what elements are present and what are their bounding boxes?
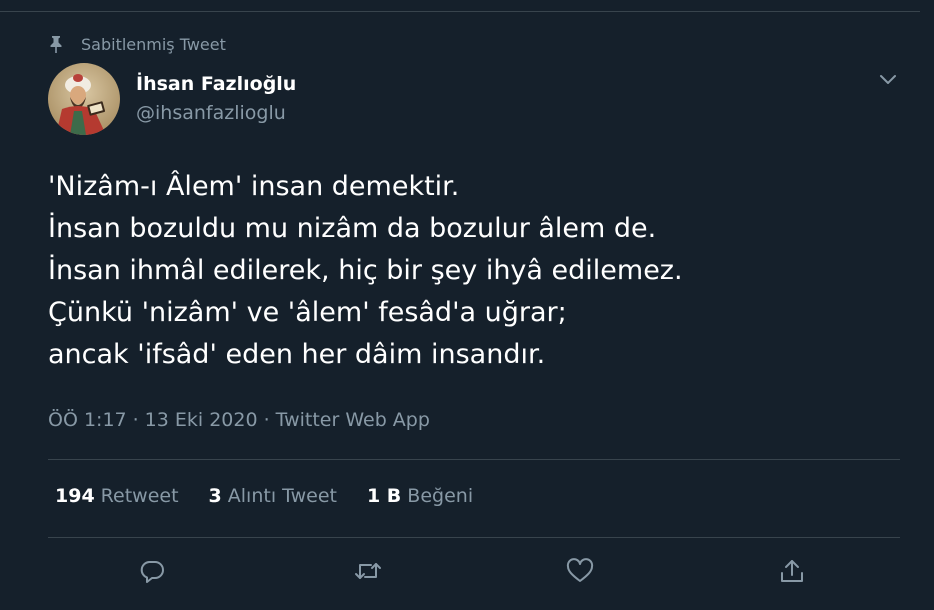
avatar[interactable] [48,63,120,135]
pinned-label: Sabitlenmiş Tweet [81,34,226,54]
like-count-link[interactable]: 1 B Beğeni [367,485,473,507]
tweet-stats: 194 Retweet 3 Alıntı Tweet 1 B Beğeni [55,485,503,507]
divider [48,537,900,538]
more-options-button[interactable] [876,68,900,92]
retweet-count-link[interactable]: 194 Retweet [55,485,179,507]
tweet-line: ancak 'ifsâd' eden her dâim insandır. [48,339,546,370]
tweet-detail-page: Sabitlenmiş Tweet İhsan Fazlıoğlu @ihsan… [0,0,934,610]
like-button[interactable] [564,557,596,589]
like-count: 1 B [366,485,402,507]
tweet-text: 'Nizâm-ı Âlem' insan demektir. İnsan boz… [48,166,908,376]
tweet-meta: ÖÖ 1:17 · 13 Eki 2020 · Twitter Web App [48,409,430,431]
heart-icon [566,558,594,588]
tweet-line: Çünkü 'nizâm' ve 'âlem' fesâd'a uğrar; [48,297,567,328]
top-divider [0,0,920,12]
retweet-button[interactable] [352,557,384,589]
tweet-line: İnsan ihmâl edilerek, hiç bir şey ihyâ e… [48,255,683,286]
meta-separator: · [263,409,270,431]
pinned-indicator: Sabitlenmiş Tweet [48,34,226,54]
retweet-count: 194 [55,485,95,507]
retweet-label: Retweet [100,485,179,507]
tweet-line: İnsan bozuldu mu nizâm da bozulur âlem d… [48,213,657,244]
meta-separator: · [132,409,139,431]
author-handle[interactable]: @ihsanfazlioglu [136,100,296,126]
author-display-name[interactable]: İhsan Fazlıoğlu [136,71,296,97]
quote-count-link[interactable]: 3 Alıntı Tweet [209,485,337,507]
tweet-line: 'Nizâm-ı Âlem' insan demektir. [48,171,460,202]
tweet-time[interactable]: ÖÖ 1:17 [48,409,127,431]
share-icon [779,558,805,588]
retweet-icon [353,558,383,588]
quote-label: Alıntı Tweet [227,485,337,507]
tweet-actions [0,557,934,589]
share-button[interactable] [776,557,808,589]
author-block: İhsan Fazlıoğlu @ihsanfazlioglu [136,71,296,126]
reply-button[interactable] [136,557,168,589]
quote-count: 3 [208,485,222,507]
pin-icon [48,34,64,54]
like-label: Beğeni [407,485,474,507]
chevron-down-icon [879,71,897,90]
tweet-source[interactable]: Twitter Web App [276,409,430,431]
divider [48,459,900,460]
reply-icon [139,558,165,588]
tweet-date[interactable]: 13 Eki 2020 [145,409,258,431]
